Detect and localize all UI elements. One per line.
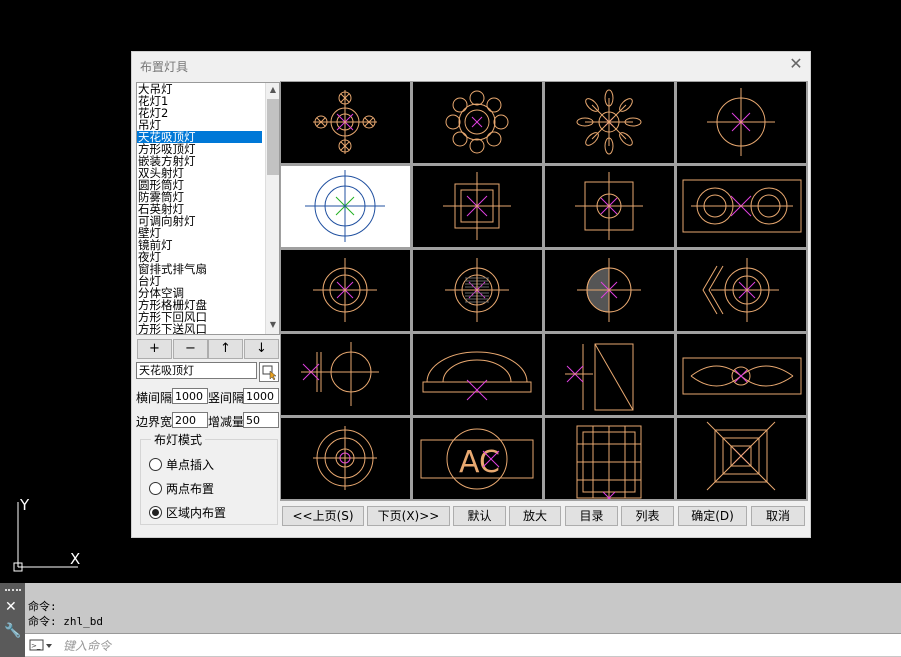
- delta-label: 增减量: [208, 415, 245, 429]
- list-item[interactable]: 方形下送风口: [137, 323, 279, 334]
- ucs-y-label: Y: [19, 496, 30, 514]
- border-label: 边界宽: [136, 415, 173, 429]
- prev-page-button[interactable]: <<上页(S): [282, 506, 364, 526]
- h-spacing-label: 横间隔: [136, 391, 173, 405]
- scroll-down-icon[interactable]: ▼: [266, 320, 279, 332]
- command-grip[interactable]: ✕ 🔧: [0, 583, 25, 657]
- layout-mode-title: 布灯模式: [151, 431, 206, 448]
- remove-button[interactable]: −: [173, 339, 208, 359]
- symbol-cell[interactable]: [677, 418, 806, 499]
- lamp-symbol-icon: [576, 89, 642, 155]
- close-icon[interactable]: ✕: [787, 55, 805, 73]
- symbol-cell[interactable]: [677, 334, 806, 415]
- command-history: 命令: 命令: zhl_bd: [28, 599, 103, 629]
- symbol-cell[interactable]: [545, 334, 674, 415]
- radio-dot: [152, 509, 159, 516]
- command-input[interactable]: >_ 键入命令: [25, 633, 901, 656]
- ucs-x-label: X: [70, 550, 80, 568]
- lamp-symbol-icon: [445, 90, 509, 154]
- command-line: 命令: zhl_bd: [28, 615, 103, 628]
- dialog-title: 布置灯具: [140, 60, 189, 74]
- lamp-symbol-icon: [301, 342, 379, 406]
- mode-option-label[interactable]: 区域内布置: [166, 504, 226, 521]
- add-button[interactable]: +: [137, 339, 172, 359]
- symbol-cell[interactable]: [281, 166, 410, 247]
- lamp-symbol-icon: [565, 343, 634, 411]
- lamp-symbol-icon: [445, 258, 509, 322]
- symbol-cell[interactable]: [281, 334, 410, 415]
- radio-2[interactable]: [149, 482, 162, 495]
- delta-field[interactable]: 50: [243, 412, 279, 428]
- move-up-button[interactable]: ↑: [208, 339, 243, 359]
- move-down-button[interactable]: ↓: [244, 339, 279, 359]
- layout-lamp-dialog: 布置灯具 ✕ 大吊灯 花灯1 花灯2 吊灯 天花吸顶灯 方形吸顶灯 嵌装方射灯 双头射灯 圆形筒…: [131, 51, 811, 538]
- lamp-symbol-icon: [682, 179, 802, 233]
- ucs-icon: Y X: [13, 496, 80, 572]
- scroll-thumb[interactable]: [267, 99, 279, 175]
- symbol-cell[interactable]: [677, 250, 806, 331]
- lamp-type-list[interactable]: 大吊灯 花灯1 花灯2 吊灯 天花吸顶灯 方形吸顶灯 嵌装方射灯 双头射灯 圆形筒灯 防雾筒灯 石英…: [136, 82, 280, 335]
- cancel-button[interactable]: 取消: [751, 506, 805, 526]
- radio-3[interactable]: [149, 506, 162, 519]
- symbol-cell[interactable]: [545, 82, 674, 163]
- symbol-cell[interactable]: [413, 250, 542, 331]
- list-items: 大吊灯 花灯1 花灯2 吊灯 天花吸顶灯 方形吸顶灯 嵌装方射灯 双头射灯 圆形筒灯 防雾筒灯 石英…: [137, 83, 279, 334]
- symbol-cell[interactable]: [413, 82, 542, 163]
- list-scrollbar[interactable]: ▲ ▼: [265, 83, 279, 334]
- symbol-cell[interactable]: [677, 82, 806, 163]
- v-spacing-field[interactable]: 1000: [243, 388, 279, 404]
- h-spacing-field[interactable]: 1000: [172, 388, 208, 404]
- zoom-button[interactable]: 放大: [509, 506, 561, 526]
- border-field[interactable]: 200: [172, 412, 208, 428]
- lamp-symbol-icon: [576, 425, 642, 499]
- layout-mode-group: 布灯模式 单点插入两点布置区域内布置: [140, 431, 278, 525]
- lamp-symbol-icon: [707, 88, 775, 156]
- symbol-cell[interactable]: [545, 418, 674, 499]
- lamp-symbol-icon: [305, 170, 385, 242]
- lamp-symbol-icon: [313, 258, 377, 322]
- v-spacing-label: 竖间隔: [208, 391, 245, 405]
- cursor-pick-icon: [262, 365, 277, 381]
- mode-option-label[interactable]: 单点插入: [166, 456, 214, 473]
- lamp-symbol-icon: [682, 357, 802, 395]
- symbol-cell[interactable]: [281, 250, 410, 331]
- lamp-symbol-icon: [706, 421, 776, 491]
- svg-text:>_: >_: [31, 642, 41, 650]
- catalog-button[interactable]: 目录: [565, 506, 618, 526]
- symbol-cell[interactable]: AC: [413, 418, 542, 499]
- lamp-symbol-icon: [575, 172, 643, 240]
- default-button[interactable]: 默认: [453, 506, 506, 526]
- scroll-up-icon[interactable]: ▲: [266, 85, 279, 97]
- grip-icon[interactable]: [5, 589, 21, 595]
- command-placeholder: 键入命令: [63, 639, 112, 653]
- symbol-cell[interactable]: [281, 418, 410, 499]
- lamp-symbol-icon: [443, 172, 511, 240]
- symbol-cell[interactable]: [545, 250, 674, 331]
- symbol-cell[interactable]: [545, 166, 674, 247]
- lamp-symbol-grid: AC: [280, 81, 808, 501]
- symbol-cell[interactable]: [413, 166, 542, 247]
- lamp-name-field[interactable]: 天花吸顶灯: [136, 362, 257, 379]
- radio-1[interactable]: [149, 458, 162, 471]
- lamp-symbol-icon: [422, 351, 532, 401]
- lamp-symbol-icon: [313, 90, 377, 154]
- list-button[interactable]: 列表: [621, 506, 674, 526]
- command-line: 命令:: [28, 600, 57, 613]
- close-command-icon[interactable]: ✕: [5, 599, 17, 615]
- lamp-symbol-icon: [577, 258, 641, 322]
- mode-option-label[interactable]: 两点布置: [166, 480, 214, 497]
- symbol-cell[interactable]: [677, 166, 806, 247]
- pick-button[interactable]: [259, 362, 279, 382]
- lamp-symbol-icon: [313, 426, 377, 490]
- symbol-cell[interactable]: [413, 334, 542, 415]
- lamp-symbol-icon: [702, 258, 779, 322]
- ok-button[interactable]: 确定(D): [678, 506, 747, 526]
- command-window: ✕ 🔧 命令: 命令: zhl_bd >_ 键入命令: [0, 583, 901, 657]
- lamp-symbol-icon: AC: [420, 428, 534, 490]
- symbol-cell[interactable]: [281, 82, 410, 163]
- command-prompt-icon[interactable]: >_: [29, 638, 52, 651]
- wrench-icon[interactable]: 🔧: [4, 623, 21, 639]
- next-page-button[interactable]: 下页(X)>>: [367, 506, 450, 526]
